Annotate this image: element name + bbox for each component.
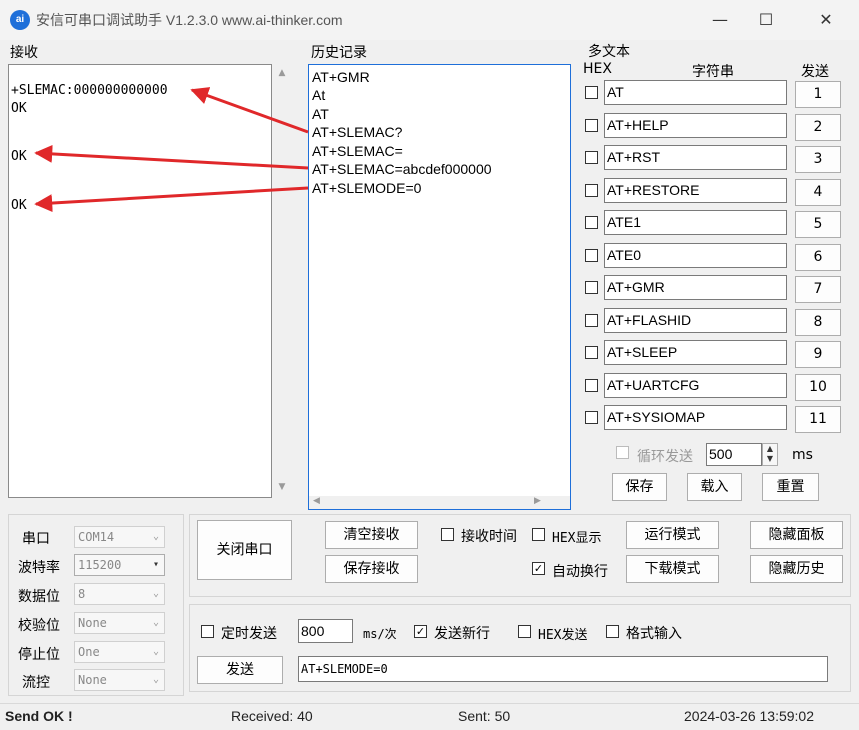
hex-checkbox[interactable] xyxy=(585,248,598,262)
hide-panel-button[interactable]: 隐藏面板 xyxy=(750,521,843,549)
receive-time-checkbox[interactable] xyxy=(441,528,454,541)
parity-label: 校验位 xyxy=(18,618,60,634)
databits-select[interactable]: 8 ⌄ xyxy=(74,583,165,605)
multitext-send-button[interactable]: 3 xyxy=(795,146,841,173)
multitext-input[interactable]: AT+FLASHID xyxy=(604,307,787,333)
loop-send-checkbox[interactable] xyxy=(616,446,629,459)
baud-select[interactable]: 115200 ▾ xyxy=(74,554,165,576)
hex-checkbox[interactable] xyxy=(585,313,598,327)
clear-receive-button[interactable]: 清空接收 xyxy=(325,521,418,549)
stopbits-label: 停止位 xyxy=(18,647,60,663)
chevron-down-icon: ⌄ xyxy=(152,531,159,542)
multitext-input[interactable]: AT xyxy=(604,80,787,105)
save-button[interactable]: 保存 xyxy=(612,473,667,501)
hex-checkbox[interactable] xyxy=(585,86,598,99)
received-count: Received: 40 xyxy=(231,708,313,724)
multitext-send-button[interactable]: 7 xyxy=(795,276,841,303)
baud-label: 波特率 xyxy=(18,560,60,576)
hex-checkbox[interactable] xyxy=(585,281,598,294)
hex-checkbox[interactable] xyxy=(585,216,598,229)
format-input-checkbox[interactable] xyxy=(606,625,619,638)
download-mode-button[interactable]: 下载模式 xyxy=(626,555,719,583)
sent-count: Sent: 50 xyxy=(458,708,511,724)
loop-interval-input[interactable]: 500 xyxy=(706,443,762,466)
spin-up-icon[interactable]: ▲ xyxy=(763,444,777,454)
send-newline-checkbox[interactable]: ✓ xyxy=(414,625,427,638)
format-input-label: 格式输入 xyxy=(626,626,682,642)
string-column-header: 字符串 xyxy=(692,64,734,80)
timed-unit-label: ms/次 xyxy=(363,627,397,641)
multitext-send-button[interactable]: 6 xyxy=(795,243,841,271)
multitext-send-button[interactable]: 2 xyxy=(795,113,841,141)
send-column-header: 发送 xyxy=(801,64,829,80)
multitext-input[interactable]: AT+RST xyxy=(604,145,787,170)
multitext-send-button[interactable]: 10 xyxy=(795,373,841,401)
arrow-annotation xyxy=(34,186,309,213)
run-mode-button[interactable]: 运行模式 xyxy=(626,521,719,549)
auto-wrap-label: 自动换行 xyxy=(552,564,608,580)
loop-unit-label: ms xyxy=(792,447,813,463)
stopbits-select[interactable]: One ⌄ xyxy=(74,641,165,663)
hex-display-label: HEX显示 xyxy=(552,531,602,546)
hex-checkbox[interactable] xyxy=(585,118,598,132)
hex-send-checkbox[interactable] xyxy=(518,625,531,638)
chevron-down-icon: ⌄ xyxy=(152,646,159,657)
send-newline-label: 发送新行 xyxy=(434,626,490,642)
hex-checkbox[interactable] xyxy=(585,183,598,197)
multitext-input[interactable]: AT+RESTORE xyxy=(604,177,787,203)
status-message: Send OK ! xyxy=(5,708,73,724)
loop-interval-spinner[interactable]: ▲ ▼ xyxy=(762,443,778,466)
hex-send-label: HEX发送 xyxy=(538,628,588,643)
multitext-input[interactable]: AT+GMR xyxy=(604,275,787,300)
hide-history-button[interactable]: 隐藏历史 xyxy=(750,555,843,583)
multitext-input[interactable]: AT+SYSIOMAP xyxy=(604,405,787,430)
multitext-input[interactable]: AT+HELP xyxy=(604,112,787,138)
hex-checkbox[interactable] xyxy=(585,411,598,424)
multitext-send-button[interactable]: 5 xyxy=(795,211,841,238)
chevron-down-icon: ⌄ xyxy=(152,674,159,685)
flow-select[interactable]: None ⌄ xyxy=(74,669,165,691)
multitext-send-button[interactable]: 11 xyxy=(795,406,841,433)
port-select[interactable]: COM14 ⌄ xyxy=(74,526,165,548)
reset-button[interactable]: 重置 xyxy=(762,473,819,501)
spin-down-icon[interactable]: ▼ xyxy=(763,454,777,464)
dropdown-arrow-icon: ▾ xyxy=(152,559,159,570)
hex-checkbox[interactable] xyxy=(585,151,598,164)
hex-display-checkbox[interactable] xyxy=(532,528,545,541)
parity-select[interactable]: None ⌄ xyxy=(74,612,165,634)
timed-send-checkbox[interactable] xyxy=(201,625,214,638)
multitext-send-button[interactable]: 8 xyxy=(795,308,841,336)
timed-send-label: 定时发送 xyxy=(221,626,277,642)
status-datetime: 2024-03-26 13:59:02 xyxy=(684,708,814,724)
chevron-down-icon: ⌄ xyxy=(152,617,159,628)
multitext-send-button[interactable]: 9 xyxy=(795,341,841,368)
receive-time-label: 接收时间 xyxy=(461,529,517,545)
arrow-annotation xyxy=(190,87,309,134)
flow-label: 流控 xyxy=(22,675,50,691)
multitext-input[interactable]: ATE0 xyxy=(604,242,787,268)
auto-wrap-checkbox[interactable]: ✓ xyxy=(532,562,545,575)
loop-send-label: 循环发送 xyxy=(637,449,693,465)
databits-label: 数据位 xyxy=(18,589,60,605)
hex-checkbox[interactable] xyxy=(585,346,598,359)
multitext-input[interactable]: AT+UARTCFG xyxy=(604,372,787,398)
chevron-down-icon: ⌄ xyxy=(152,588,159,599)
multitext-input[interactable]: ATE1 xyxy=(604,210,787,235)
multitext-send-button[interactable]: 1 xyxy=(795,81,841,108)
multitext-input[interactable]: AT+SLEEP xyxy=(604,340,787,365)
timed-interval-input[interactable]: 800 xyxy=(298,619,353,643)
send-input[interactable]: AT+SLEMODE=0 xyxy=(298,656,828,682)
load-button[interactable]: 载入 xyxy=(687,473,742,501)
port-label: 串口 xyxy=(22,531,50,547)
arrow-annotation xyxy=(34,144,309,170)
multitext-send-button[interactable]: 4 xyxy=(795,178,841,206)
save-receive-button[interactable]: 保存接收 xyxy=(325,555,418,583)
close-port-button[interactable]: 关闭串口 xyxy=(197,520,292,580)
hex-checkbox[interactable] xyxy=(585,378,598,392)
multitext-label: 多文本 xyxy=(588,44,630,60)
hex-column-header: HEX xyxy=(583,61,612,77)
send-button[interactable]: 发送 xyxy=(197,656,283,684)
